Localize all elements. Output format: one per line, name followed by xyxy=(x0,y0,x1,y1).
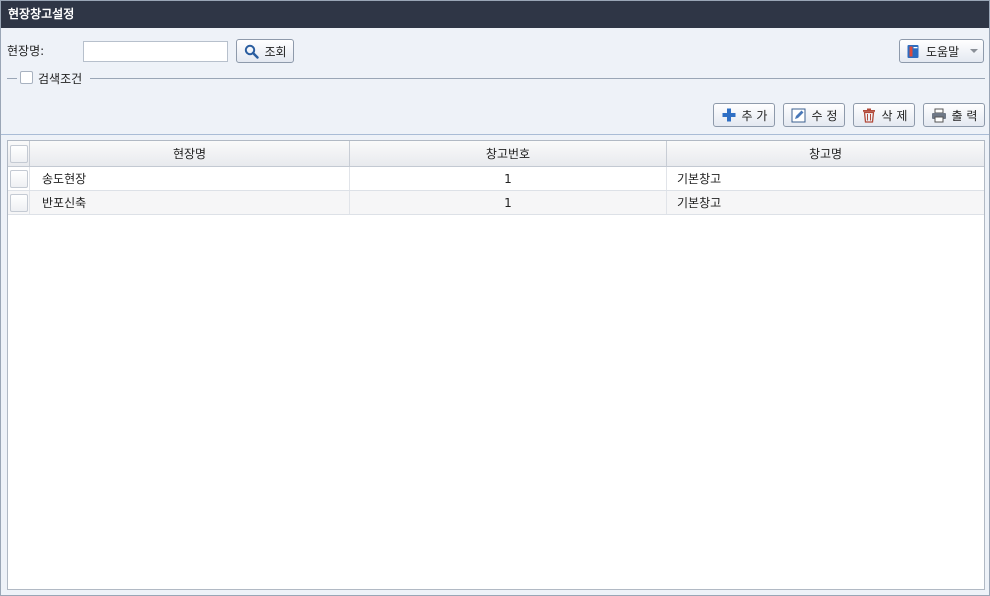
add-button[interactable]: 추 가 xyxy=(713,103,775,127)
query-button-label: 조회 xyxy=(264,44,287,59)
site-name-input[interactable] xyxy=(83,41,228,62)
query-button[interactable]: 조회 xyxy=(236,39,294,63)
column-header-warehouse-name[interactable]: 창고명 xyxy=(667,141,984,166)
table-row[interactable]: 송도현장 1 기본창고 xyxy=(8,167,984,191)
column-header-site[interactable]: 현장명 xyxy=(30,141,350,166)
cell-site: 송도현장 xyxy=(30,167,350,190)
conditions-toggle-checkbox[interactable] xyxy=(20,71,33,84)
cell-warehouse-no: 1 xyxy=(350,191,667,214)
print-button-label: 출 력 xyxy=(951,108,978,123)
print-button[interactable]: 출 력 xyxy=(923,103,985,127)
warehouse-settings-window: 현장창고설정 현장명: 조회 도움말 검색조건 추 가 수 정 삭 제 출 력 … xyxy=(0,0,990,596)
cell-warehouse-name: 기본창고 xyxy=(677,172,722,186)
delete-button[interactable]: 삭 제 xyxy=(853,103,915,127)
table-row[interactable]: 반포신축 1 기본창고 xyxy=(8,191,984,215)
cell-warehouse-no: 1 xyxy=(350,167,667,190)
row-checkbox[interactable] xyxy=(9,169,28,188)
trash-icon xyxy=(861,107,877,123)
row-select-cell xyxy=(8,167,30,190)
site-name-label: 현장명: xyxy=(7,44,45,58)
help-button-label: 도움말 xyxy=(926,44,960,59)
row-checkbox[interactable] xyxy=(9,193,28,212)
cell-site: 반포신축 xyxy=(30,191,350,214)
cell-warehouse-name: 기본창고 xyxy=(677,196,722,210)
window-title: 현장창고설정 xyxy=(1,1,989,28)
edit-button-label: 수 정 xyxy=(811,108,838,123)
printer-icon xyxy=(931,107,947,123)
edit-button[interactable]: 수 정 xyxy=(783,103,845,127)
search-icon xyxy=(243,43,259,59)
warehouse-grid: 현장명 창고번호 창고명 송도현장 1 기본창고 반포신축 1 기본창고 xyxy=(7,140,985,590)
header-select-all-cell xyxy=(8,141,30,166)
help-book-icon xyxy=(905,43,921,59)
add-button-label: 추 가 xyxy=(741,108,768,123)
conditions-label: 검색조건 xyxy=(38,72,83,86)
help-dropdown-button[interactable]: 도움말 xyxy=(899,39,984,63)
conditions-fieldset-line-left xyxy=(7,78,17,79)
conditions-fieldset-line-right xyxy=(90,78,985,79)
chevron-down-icon xyxy=(966,43,982,59)
grid-header: 현장명 창고번호 창고명 xyxy=(8,141,984,167)
plus-icon xyxy=(721,107,737,123)
toolbar-separator xyxy=(1,134,989,135)
pencil-icon xyxy=(791,107,807,123)
column-header-warehouse-no[interactable]: 창고번호 xyxy=(350,141,667,166)
row-select-cell xyxy=(8,191,30,214)
delete-button-label: 삭 제 xyxy=(881,108,908,123)
select-all-checkbox[interactable] xyxy=(9,144,28,163)
